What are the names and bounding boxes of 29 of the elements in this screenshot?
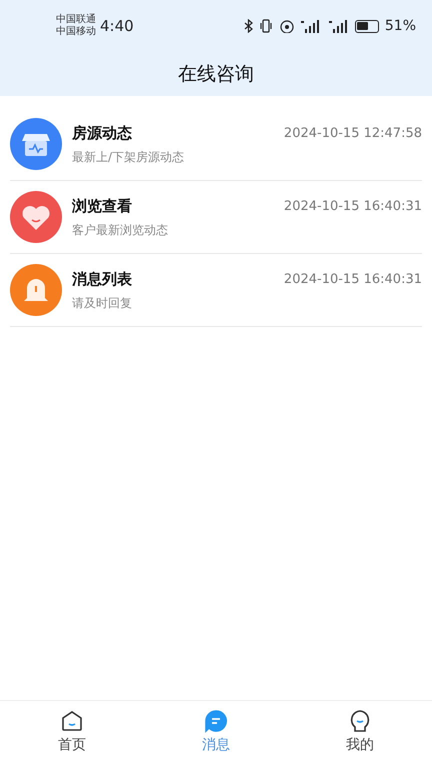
message-item[interactable]: 消息列表 请及时回复 2024-10-15 16:40:31: [10, 254, 422, 327]
item-title: 浏览查看: [72, 196, 133, 217]
item-subtitle: 客户最新浏览动态: [72, 222, 168, 240]
item-subtitle: 请及时回复: [72, 295, 132, 312]
bell-icon: [10, 264, 62, 316]
home-icon: [60, 709, 84, 733]
battery-percent: 51%: [384, 16, 416, 36]
page-title: 在线咨询: [178, 62, 254, 87]
chat-icon: [204, 709, 228, 733]
carrier-name: 中国移动: [56, 26, 96, 38]
face-icon: [348, 709, 372, 733]
battery-icon: [354, 20, 379, 32]
signal-icon: [328, 19, 349, 33]
vibrate-icon: [258, 19, 273, 33]
tab-button[interactable]: 首页: [0, 701, 144, 768]
shop-icon: [10, 118, 62, 170]
bluetooth-icon: [244, 19, 253, 33]
item-title: 消息列表: [72, 268, 132, 290]
carrier-name: 中国联通: [56, 14, 96, 26]
item-time: 2024-10-15 16:40:31: [284, 271, 422, 289]
message-item[interactable]: 房源动态 最新上/下架房源动态 2024-10-15 12:47:58: [10, 108, 422, 181]
item-subtitle: 最新上/下架房源动态: [72, 149, 184, 166]
clock: 4:40: [100, 16, 134, 37]
message-item[interactable]: 浏览查看 客户最新浏览动态 2024-10-15 16:40:31: [10, 181, 422, 254]
item-time: 2024-10-15 16:40:31: [284, 198, 422, 216]
item-title: 房源动态: [72, 122, 133, 144]
item-time: 2024-10-15 12:47:58: [284, 125, 422, 143]
tab-button[interactable]: 我的: [288, 701, 432, 768]
hotspot-icon: [278, 19, 295, 33]
